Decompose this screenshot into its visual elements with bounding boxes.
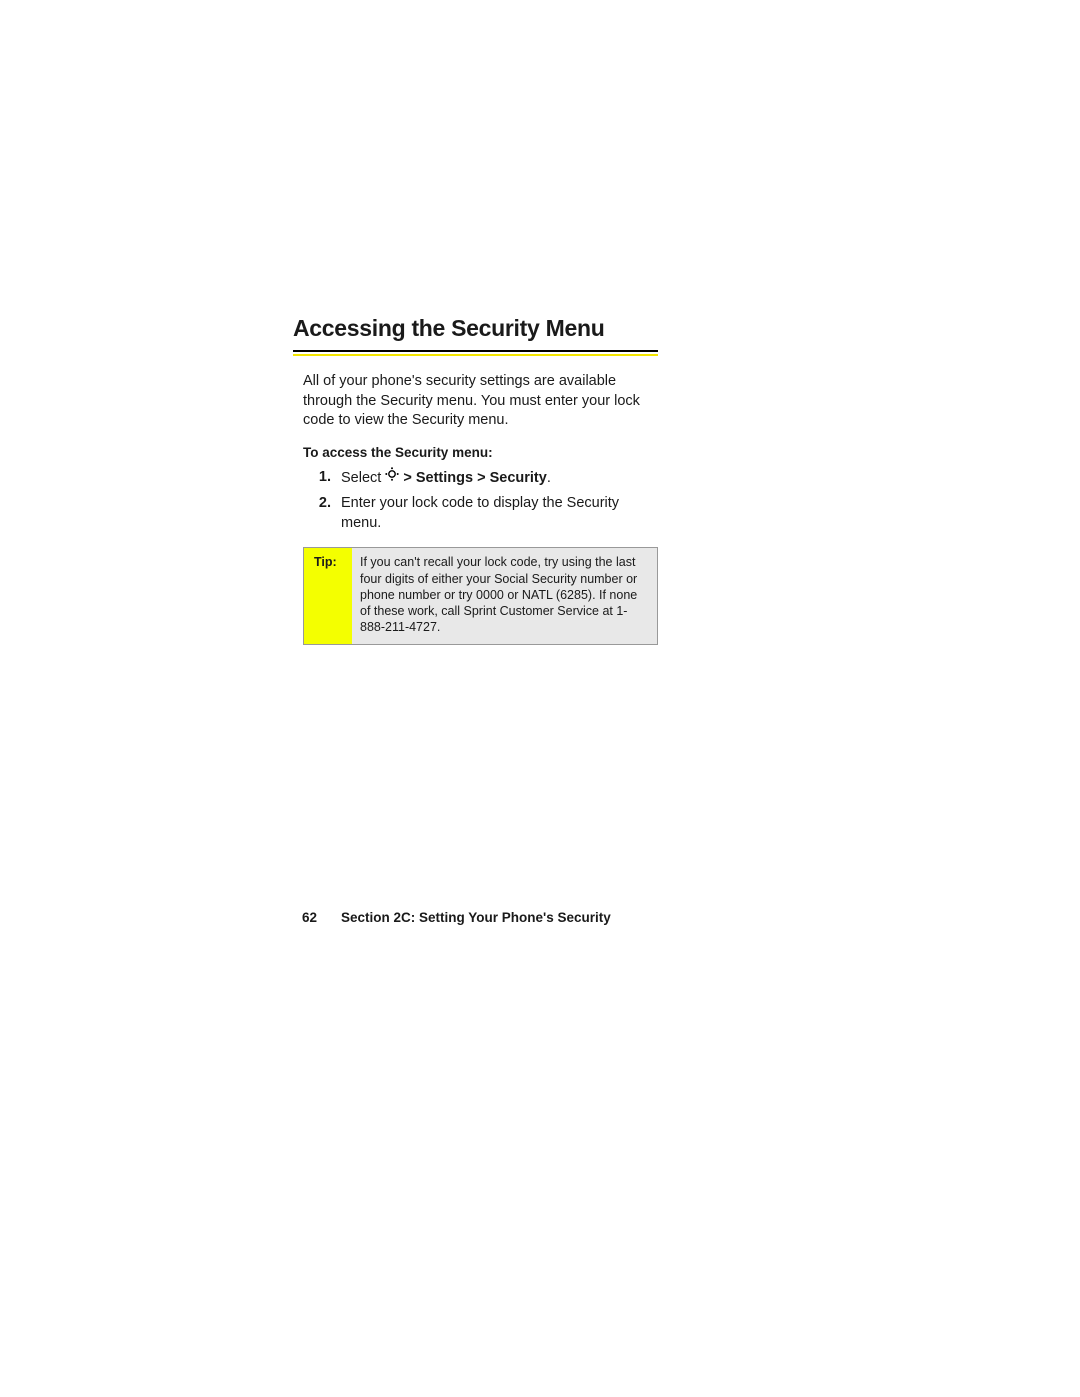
- tip-label: Tip:: [304, 548, 352, 643]
- step-item: 2. Enter your lock code to display the S…: [315, 494, 658, 533]
- section-title: Section 2C: Setting Your Phone's Securit…: [341, 910, 611, 925]
- step-number: 1.: [315, 468, 331, 489]
- step-text: Enter your lock code to display the Secu…: [341, 494, 658, 533]
- nav-key-icon: [385, 467, 399, 488]
- step-suffix: .: [547, 470, 551, 486]
- step-bold: > Settings > Security: [399, 470, 546, 486]
- page-heading: Accessing the Security Menu: [293, 315, 658, 346]
- heading-rule: [293, 350, 658, 356]
- page-content: Accessing the Security Menu All of your …: [293, 315, 658, 645]
- page-footer: 62 Section 2C: Setting Your Phone's Secu…: [302, 910, 611, 925]
- step-item: 1. Select > Settings > Security.: [315, 468, 658, 489]
- tip-box: Tip: If you can't recall your lock code,…: [303, 547, 658, 644]
- page-number: 62: [302, 910, 317, 925]
- sub-heading: To access the Security menu:: [303, 445, 658, 460]
- step-number: 2.: [315, 494, 331, 533]
- tip-body: If you can't recall your lock code, try …: [352, 548, 657, 643]
- steps-list: 1. Select > Settings > Security. 2. Ente…: [315, 468, 658, 534]
- step-text: Select > Settings > Security.: [341, 468, 658, 489]
- intro-paragraph: All of your phone's security settings ar…: [303, 372, 658, 431]
- step-prefix: Select: [341, 470, 385, 486]
